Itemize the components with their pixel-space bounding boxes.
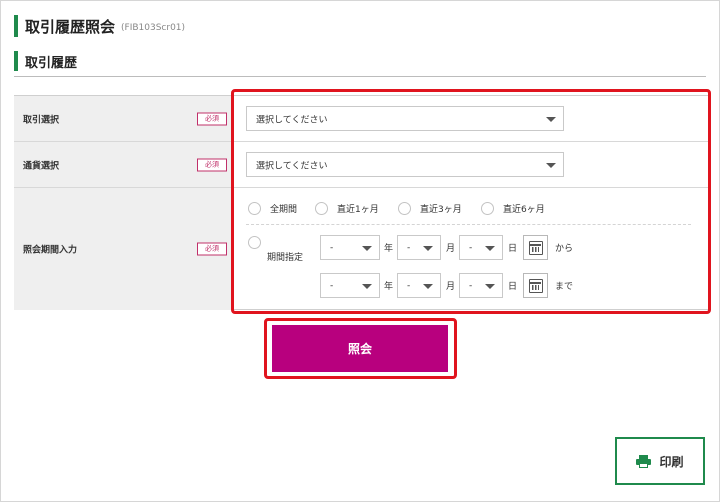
- form-highlight-frame: [231, 89, 711, 314]
- transaction-select-label: 取引選択: [23, 115, 60, 125]
- required-badge: 必須: [197, 158, 227, 171]
- section-divider: [14, 76, 706, 77]
- title-accent-bar: [14, 15, 18, 37]
- transaction-select-label-cell: 取引選択 必須: [14, 96, 232, 141]
- inquiry-submit-button[interactable]: 照会: [272, 325, 448, 372]
- page-title-text: 取引履歴照会: [25, 17, 116, 36]
- period-label: 照会期間入力: [23, 245, 78, 256]
- period-label-cell: 照会期間入力 必須: [14, 188, 232, 310]
- section-accent-bar: [14, 51, 18, 71]
- currency-select-label-cell: 通貨選択 必須: [14, 142, 232, 187]
- print-button[interactable]: 印刷: [615, 437, 705, 485]
- screen-code: (FIB103Scr01): [121, 22, 186, 33]
- required-badge: 必須: [197, 242, 227, 256]
- printer-icon: [636, 454, 652, 468]
- print-button-label: 印刷: [659, 454, 684, 469]
- section-title-text: 取引履歴: [25, 55, 78, 71]
- page-title: 取引履歴照会 (FIB103Scr01): [14, 14, 185, 38]
- required-badge: 必須: [197, 112, 227, 125]
- currency-select-label: 通貨選択: [23, 161, 60, 171]
- section-title: 取引履歴: [14, 50, 77, 72]
